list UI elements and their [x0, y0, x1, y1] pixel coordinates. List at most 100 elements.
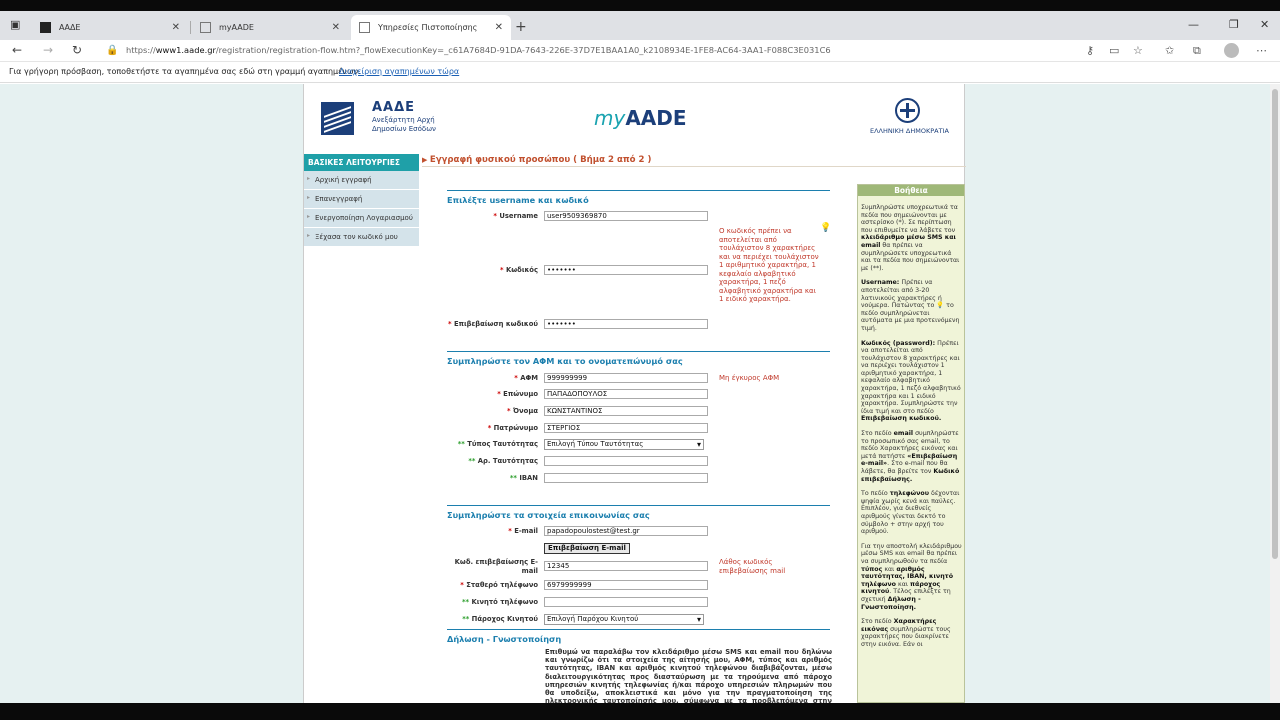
sidebar-item-reregistration[interactable]: Επανεγγραφή: [304, 190, 419, 209]
mobile-label: ** Κινητό τηλέφωνο: [461, 598, 538, 606]
section-identity: Συμπληρώστε τον ΑΦΜ και το ονοματεπώνυμό…: [447, 356, 683, 366]
key-icon[interactable]: ⚷: [1086, 44, 1094, 57]
url-path: /registration/registration-flow.htm?_flo…: [215, 45, 831, 55]
id-type-select[interactable]: Επιλογή Τύπου Ταυτότητας: [544, 439, 704, 450]
myaade-logo[interactable]: myAADE: [594, 106, 687, 130]
sidebar-item-forgot-password[interactable]: Ξέχασα τον κωδικό μου: [304, 228, 419, 247]
surname-label: * Επώνυμο: [497, 390, 538, 398]
read-aloud-icon[interactable]: ▭: [1109, 44, 1119, 57]
brand-aade: AADE: [625, 106, 687, 130]
back-arrow-icon[interactable]: ←: [12, 43, 22, 57]
username-label: * Username: [493, 212, 538, 220]
address-bar: ← → ↻ 🔒 https://www1.aade.gr/registratio…: [0, 40, 1280, 62]
id-number-input[interactable]: [544, 456, 708, 466]
help-heading: Βοήθεια: [858, 185, 964, 196]
page-viewport: ΑΑΔΕ Ανεξάρτητη Αρχή Δημοσίων Εσόδων myA…: [0, 84, 1270, 703]
refresh-icon[interactable]: ↻: [72, 43, 82, 57]
username-input[interactable]: user9509369870: [544, 211, 708, 221]
favorites-hint: Για γρήγορη πρόσβαση, τοποθετήστε τα αγα…: [9, 67, 361, 76]
email-code-label: Κωδ. επιβεβαίωσης E-mail: [454, 558, 538, 575]
tab-myaade[interactable]: myAADE ✕: [192, 15, 348, 40]
aade-favicon-icon: [40, 22, 51, 33]
minimize-icon[interactable]: —: [1188, 18, 1199, 31]
profile-avatar[interactable]: [1224, 43, 1239, 58]
afm-input[interactable]: 999999999: [544, 373, 708, 383]
url-prefix: https://: [126, 45, 156, 55]
password-error: Ο κωδικός πρέπει να αποτελείται από τουλ…: [719, 227, 819, 303]
surname-input[interactable]: ΠΑΠΑΔΟΠΟΥΛΟΣ: [544, 389, 708, 399]
phone-input[interactable]: 6979999999: [544, 580, 708, 590]
father-name-label: * Πατρώνυμο: [487, 424, 538, 432]
email-code-input[interactable]: 12345: [544, 561, 708, 571]
divider: [447, 351, 830, 352]
password-input[interactable]: •••••••: [544, 265, 708, 275]
close-icon[interactable]: ✕: [172, 22, 180, 33]
help-paragraph: Κωδικός (password): Πρέπει να αποτελείτα…: [861, 339, 961, 423]
page-favicon-icon: [359, 22, 370, 33]
help-panel: Βοήθεια Συμπληρώστε υποχρεωτικά τα πεδία…: [857, 184, 965, 703]
tab-divider: [190, 21, 191, 34]
tab-actions-icon[interactable]: ▣: [10, 18, 20, 31]
help-paragraph: Στο πεδίο email συμπληρώστε το προσωπικό…: [861, 430, 960, 483]
divider: [447, 190, 830, 191]
help-paragraph: Για την αποστολή κλειδάριθμου μέσω SMS κ…: [861, 542, 962, 611]
url-host: www1.aade.gr: [155, 45, 216, 55]
help-paragraph: Το πεδίο τηλεφώνου δέχονται ψηφία χωρίς …: [861, 490, 960, 536]
confirm-email-button[interactable]: Επιβεβαίωση E-mail: [544, 543, 630, 554]
favorites-icon[interactable]: ✩: [1165, 44, 1174, 57]
close-icon[interactable]: ✕: [495, 22, 503, 33]
email-input[interactable]: papadopoulostest@test.gr: [544, 526, 708, 536]
add-favorite-icon[interactable]: ☆: [1133, 44, 1143, 57]
registration-page: ΑΑΔΕ Ανεξάρτητη Αρχή Δημοσίων Εσόδων myA…: [303, 84, 966, 703]
tab-registration[interactable]: Υπηρεσίες Πιστοποίησης ✕: [351, 15, 511, 40]
brand-my: my: [594, 106, 626, 130]
name-input[interactable]: ΚΩΝΣΤΑΝΤΙΝΟΣ: [544, 406, 708, 416]
sidebar-item-initial-registration[interactable]: Αρχική εγγραφή: [304, 171, 419, 190]
page-scrollbar[interactable]: [1270, 84, 1280, 703]
tab-strip: ▣ ΑΑΔΕ ✕ myAADE ✕ Υπηρεσίες Πιστοποίησης…: [0, 11, 1280, 40]
page-favicon-icon: [200, 22, 211, 33]
close-icon[interactable]: ✕: [332, 22, 340, 33]
forward-arrow-icon[interactable]: →: [43, 43, 53, 57]
more-menu-icon[interactable]: ⋯: [1256, 44, 1267, 57]
lock-icon[interactable]: 🔒: [106, 45, 118, 56]
tab-label: ΑΑΔΕ: [59, 23, 81, 32]
tab-aade[interactable]: ΑΑΔΕ ✕: [32, 15, 188, 40]
site-header: ΑΑΔΕ Ανεξάρτητη Αρχή Δημοσίων Εσόδων myA…: [304, 84, 966, 151]
sidebar-nav: ΒΑΣΙΚΕΣ ΛΕΙΤΟΥΡΓΙΕΣ Αρχική εγγραφή Επανε…: [304, 154, 419, 247]
iban-label: ** IBAN: [509, 474, 538, 482]
section-contact: Συμπληρώστε τα στοιχεία επικοινωνίας σας: [447, 510, 650, 520]
maximize-icon[interactable]: ❐: [1229, 18, 1239, 31]
provider-label: ** Πάροχος Κινητού: [462, 615, 538, 623]
help-paragraph: Username: Πρέπει να αποτελείται από 3-20…: [861, 279, 960, 332]
bulb-icon: 💡: [936, 302, 945, 310]
window-close-icon[interactable]: ✕: [1260, 18, 1269, 31]
section-credentials: Επιλέξτε username και κωδικό: [447, 195, 589, 205]
sidebar-item-activate-account[interactable]: Ενεργοποίηση Λογαριασμού: [304, 209, 419, 228]
iban-input[interactable]: [544, 473, 708, 483]
url-field[interactable]: https://www1.aade.gr/registration/regist…: [126, 45, 831, 55]
gov-emblem-icon: [895, 98, 920, 123]
divider: [447, 505, 830, 506]
help-paragraph: Στο πεδίο Χαρακτήρες εικόνας συμπληρώστε…: [861, 618, 951, 648]
new-tab-icon[interactable]: +: [515, 19, 527, 35]
manage-favorites-link[interactable]: Διαχείριση αγαπημένων τώρα: [339, 67, 459, 76]
id-type-selected: Επιλογή Τύπου Ταυτότητας: [547, 440, 644, 448]
favorites-bar: Για γρήγορη πρόσβαση, τοποθετήστε τα αγα…: [0, 62, 1280, 83]
password-confirm-input[interactable]: •••••••: [544, 319, 708, 329]
email-label: * E-mail: [508, 527, 538, 535]
password-label: * Κωδικός: [500, 266, 538, 274]
id-number-label: ** Αρ. Ταυτότητας: [468, 457, 538, 465]
aade-logo-icon[interactable]: [321, 102, 354, 135]
email-code-error: Λάθος κωδικός επιβεβαίωσης mail: [719, 558, 786, 575]
father-name-input[interactable]: ΣΤΕΡΓΙΟΣ: [544, 423, 708, 433]
step-title: Εγγραφή φυσικού προσώπου ( Βήμα 2 από 2 …: [422, 155, 652, 165]
scrollbar-thumb[interactable]: [1272, 89, 1278, 559]
afm-label: * ΑΦΜ: [514, 374, 538, 382]
org-subtitle: Ανεξάρτητη Αρχή Δημοσίων Εσόδων: [372, 116, 436, 133]
mobile-input[interactable]: [544, 597, 708, 607]
collections-icon[interactable]: ⧉: [1193, 44, 1201, 58]
provider-select[interactable]: Επιλογή Παρόχου Κινητού: [544, 614, 704, 625]
suggest-username-icon[interactable]: 💡: [820, 223, 831, 233]
phone-label: * Σταθερό τηλέφωνο: [460, 581, 538, 589]
